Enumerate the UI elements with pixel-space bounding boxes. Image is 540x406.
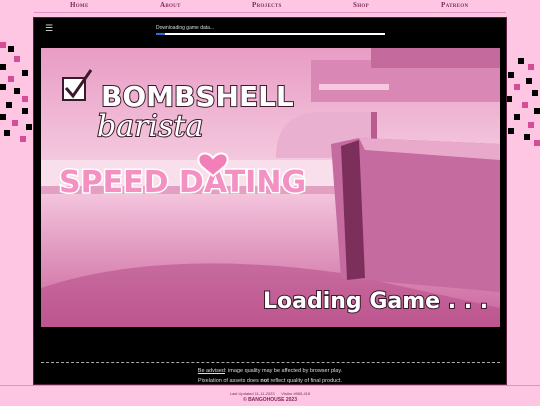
notice-line-2: Pixelation of assets does not reflect qu… bbox=[197, 378, 342, 384]
nav-home[interactable]: Home bbox=[70, 1, 89, 9]
left-pixel-decoration bbox=[0, 12, 34, 384]
nav-about[interactable]: About bbox=[160, 1, 181, 9]
footer: Last Updated 11-11-2023 Visitor #965,418… bbox=[0, 385, 540, 406]
visitor-count: Visitor #965,418 bbox=[281, 391, 311, 396]
nav-projects[interactable]: Projects bbox=[252, 1, 282, 9]
title-speed-dating: SPEED DATING bbox=[59, 165, 306, 200]
game-canvas[interactable]: BOMBSHELL barista SPEED DATING Loading G… bbox=[41, 48, 500, 327]
right-pixel-decoration bbox=[506, 12, 540, 384]
hamburger-menu-icon[interactable]: ☰ bbox=[45, 24, 53, 34]
game-splash-art: BOMBSHELL barista SPEED DATING Loading G… bbox=[41, 48, 500, 327]
title-barista: barista bbox=[97, 109, 203, 144]
progress-track bbox=[156, 33, 385, 35]
copyright: © BANGOHOUSE 2023 bbox=[243, 397, 297, 403]
notice-line-1: Be advised: image quality may be affecte… bbox=[197, 368, 343, 374]
nav-patreon[interactable]: Patreon bbox=[441, 1, 468, 9]
download-status: Downloading game data... bbox=[156, 25, 215, 31]
progress-fill bbox=[156, 33, 165, 35]
divider bbox=[41, 362, 500, 363]
top-nav: Home About Projects Shop Patreon bbox=[0, 0, 540, 13]
last-updated: Last Updated 11-11-2023 bbox=[229, 391, 275, 396]
loading-text: Loading Game . . . bbox=[263, 289, 488, 314]
notice-link[interactable]: Be advised bbox=[198, 368, 225, 374]
nav-shop[interactable]: Shop bbox=[353, 1, 369, 9]
